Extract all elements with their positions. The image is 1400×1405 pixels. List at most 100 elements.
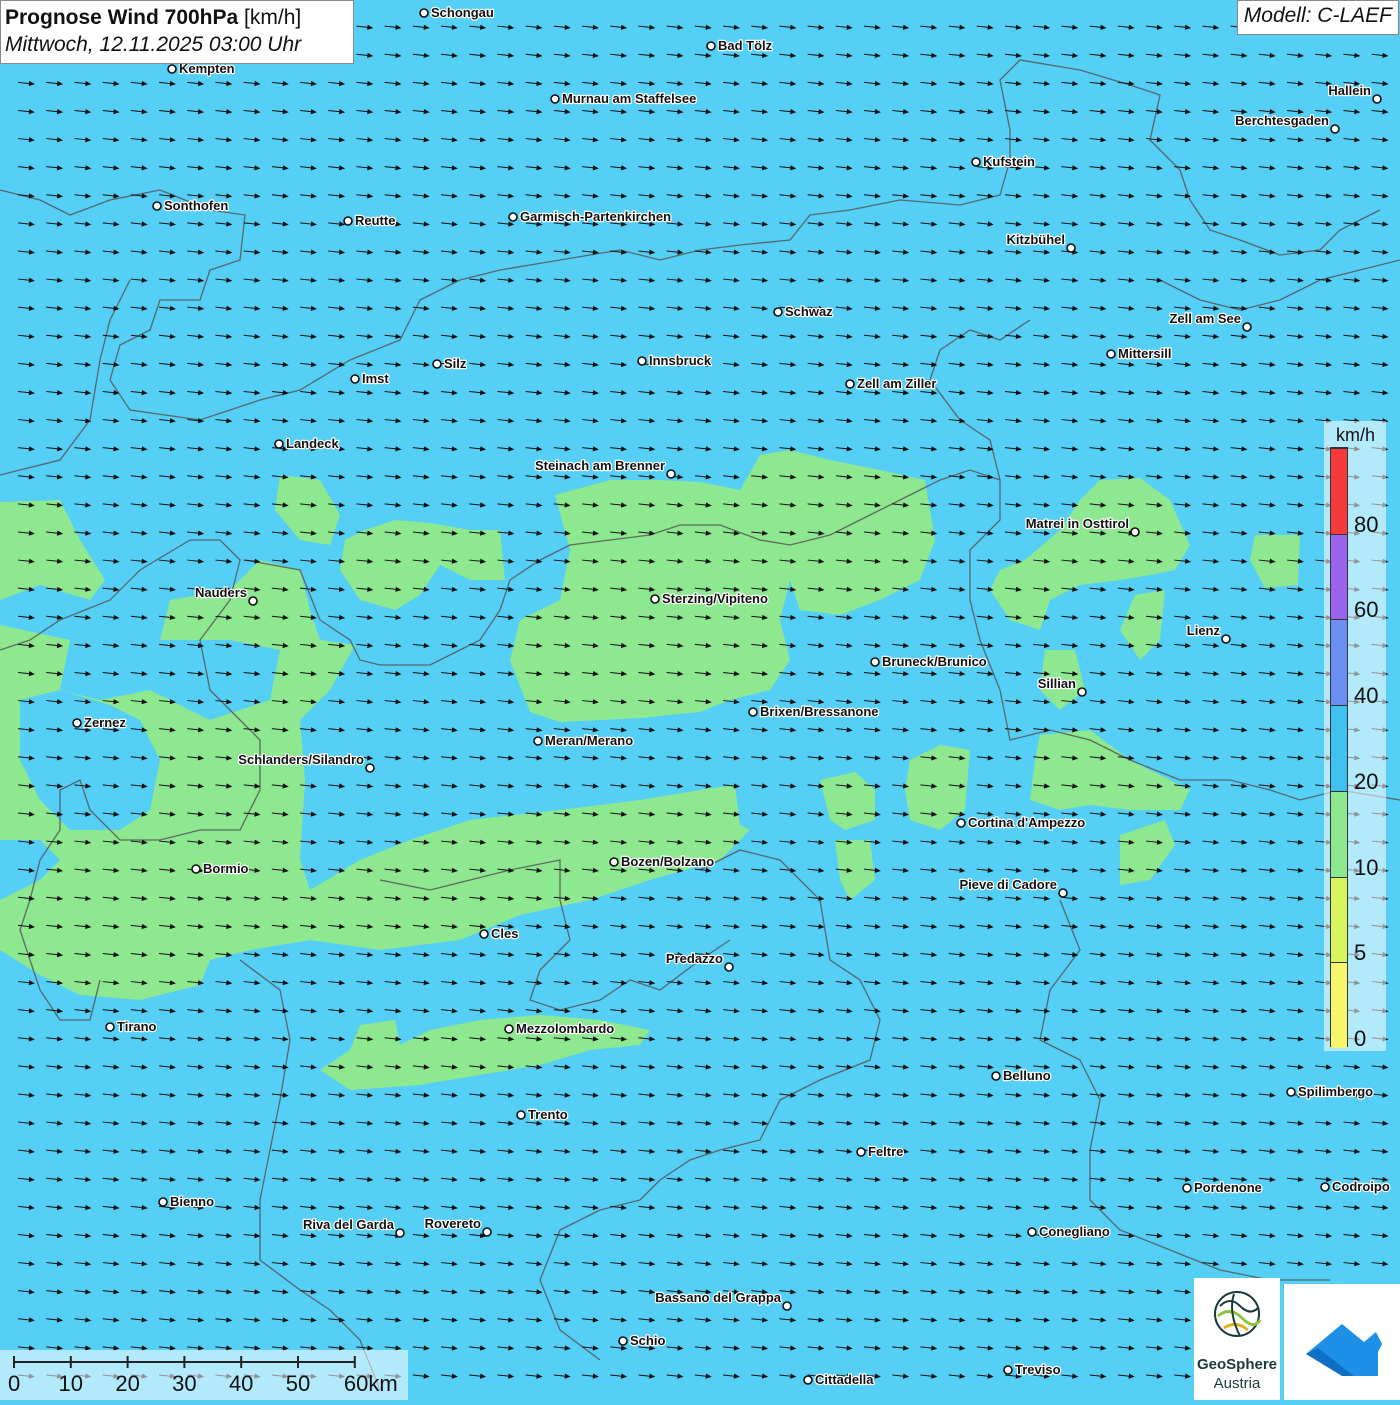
place-marker: Schongau: [420, 5, 494, 20]
place-dot-icon: [1059, 889, 1067, 897]
place-label: Lienz: [1187, 623, 1221, 638]
place-dot-icon: [1222, 635, 1230, 643]
place-label: Zernez: [84, 715, 126, 730]
place-dot-icon: [1131, 528, 1139, 536]
legend-segment: [1331, 705, 1347, 791]
geosphere-logo: GeoSphere Austria: [1194, 1278, 1280, 1400]
place-label: Sterzing/Vipiteno: [662, 591, 768, 606]
place-label: Riva del Garda: [303, 1217, 395, 1232]
place-label: Sonthofen: [164, 198, 228, 213]
place-label: Tirano: [117, 1019, 157, 1034]
place-dot-icon: [420, 9, 428, 17]
place-dot-icon: [992, 1072, 1000, 1080]
place-label: Kufstein: [983, 154, 1035, 169]
place-label: Cittadella: [815, 1372, 874, 1387]
place-dot-icon: [249, 597, 257, 605]
place-label: Cles: [491, 926, 518, 941]
place-marker: Sterzing/Vipiteno: [651, 591, 768, 606]
place-dot-icon: [1321, 1183, 1329, 1191]
wind-map: SchongauBad TölzKemptenMurnau am Staffel…: [0, 0, 1400, 1400]
scale-label: 10: [59, 1371, 83, 1397]
place-dot-icon: [1028, 1228, 1036, 1236]
place-marker: Pordenone: [1183, 1180, 1262, 1195]
place-marker: Cortina d'Ampezzo: [957, 815, 1085, 830]
scale-label: 30: [172, 1371, 196, 1397]
place-dot-icon: [651, 595, 659, 603]
model-label: Modell: C-LAEF: [1237, 0, 1399, 35]
place-dot-icon: [1107, 350, 1115, 358]
place-marker: Murnau am Staffelsee: [551, 91, 696, 106]
scale-bar: 0102030405060km: [0, 1350, 408, 1400]
place-dot-icon: [707, 42, 715, 50]
place-label: Trento: [528, 1107, 568, 1122]
place-label: Conegliano: [1039, 1224, 1110, 1239]
place-marker: Conegliano: [1028, 1224, 1110, 1239]
place-marker: Garmisch-Partenkirchen: [509, 209, 671, 224]
legend-color-bar: [1330, 447, 1348, 1047]
place-dot-icon: [804, 1376, 812, 1384]
legend-segment: [1331, 534, 1347, 620]
place-label: Zell am Ziller: [857, 376, 936, 391]
scale-label: 60km: [344, 1371, 398, 1397]
legend-tick-label: 5: [1354, 940, 1366, 966]
place-label: Berchtesgaden: [1235, 113, 1329, 128]
place-label: Cortina d'Ampezzo: [968, 815, 1085, 830]
place-marker: Brixen/Bressanone: [749, 704, 879, 719]
place-label: Schongau: [431, 5, 494, 20]
place-dot-icon: [667, 470, 675, 478]
place-dot-icon: [846, 380, 854, 388]
place-label: Bad Tölz: [718, 38, 773, 53]
place-dot-icon: [396, 1229, 404, 1237]
place-dot-icon: [749, 708, 757, 716]
legend-segment: [1331, 619, 1347, 705]
place-dot-icon: [1004, 1366, 1012, 1374]
place-dot-icon: [1243, 323, 1251, 331]
place-dot-icon: [192, 865, 200, 873]
place-dot-icon: [638, 357, 646, 365]
place-dot-icon: [871, 658, 879, 666]
place-label: Rovereto: [425, 1216, 481, 1231]
place-dot-icon: [505, 1025, 513, 1033]
place-label: Silz: [444, 356, 467, 371]
scale-label: 20: [115, 1371, 139, 1397]
geosphere-logo-icon: [1194, 1278, 1280, 1356]
place-label: Matrei in Osttirol: [1026, 516, 1129, 531]
place-dot-icon: [153, 202, 161, 210]
place-label: Codroipo: [1332, 1179, 1390, 1194]
place-label: Imst: [362, 371, 389, 386]
place-marker: Meran/Merano: [534, 733, 633, 748]
house-logo-icon: [1284, 1284, 1400, 1400]
place-dot-icon: [1067, 244, 1075, 252]
place-label: Predazzo: [666, 951, 723, 966]
place-dot-icon: [73, 719, 81, 727]
place-label: Sillian: [1038, 676, 1076, 691]
place-dot-icon: [619, 1337, 627, 1345]
legend-tick-label: 0: [1354, 1026, 1366, 1052]
geosphere-name: GeoSphere: [1194, 1356, 1280, 1373]
place-dot-icon: [610, 858, 618, 866]
product-title: Prognose Wind 700hPa: [5, 6, 238, 29]
place-marker: Innsbruck: [638, 353, 712, 368]
place-dot-icon: [857, 1148, 865, 1156]
house-logo: [1284, 1284, 1400, 1400]
scale-label: 0: [8, 1371, 20, 1397]
place-dot-icon: [957, 819, 965, 827]
place-label: Hallein: [1328, 83, 1371, 98]
place-label: Belluno: [1003, 1068, 1051, 1083]
place-label: Schlanders/Silandro: [238, 752, 364, 767]
legend-segment: [1331, 791, 1347, 877]
place-label: Garmisch-Partenkirchen: [520, 209, 671, 224]
place-label: Bozen/Bolzano: [621, 854, 714, 869]
place-label: Schwaz: [785, 304, 833, 319]
place-marker: Cittadella: [804, 1372, 874, 1387]
place-label: Kitzbühel: [1007, 232, 1066, 247]
legend-tick-label: 80: [1354, 512, 1378, 538]
place-dot-icon: [1331, 125, 1339, 133]
legend-segment: [1331, 877, 1347, 963]
place-label: Pieve di Cadore: [959, 877, 1057, 892]
legend-segment: [1331, 448, 1347, 534]
place-label: Feltre: [868, 1144, 903, 1159]
place-label: Mittersill: [1118, 346, 1171, 361]
geosphere-country: Austria: [1194, 1375, 1280, 1392]
place-dot-icon: [483, 1228, 491, 1236]
